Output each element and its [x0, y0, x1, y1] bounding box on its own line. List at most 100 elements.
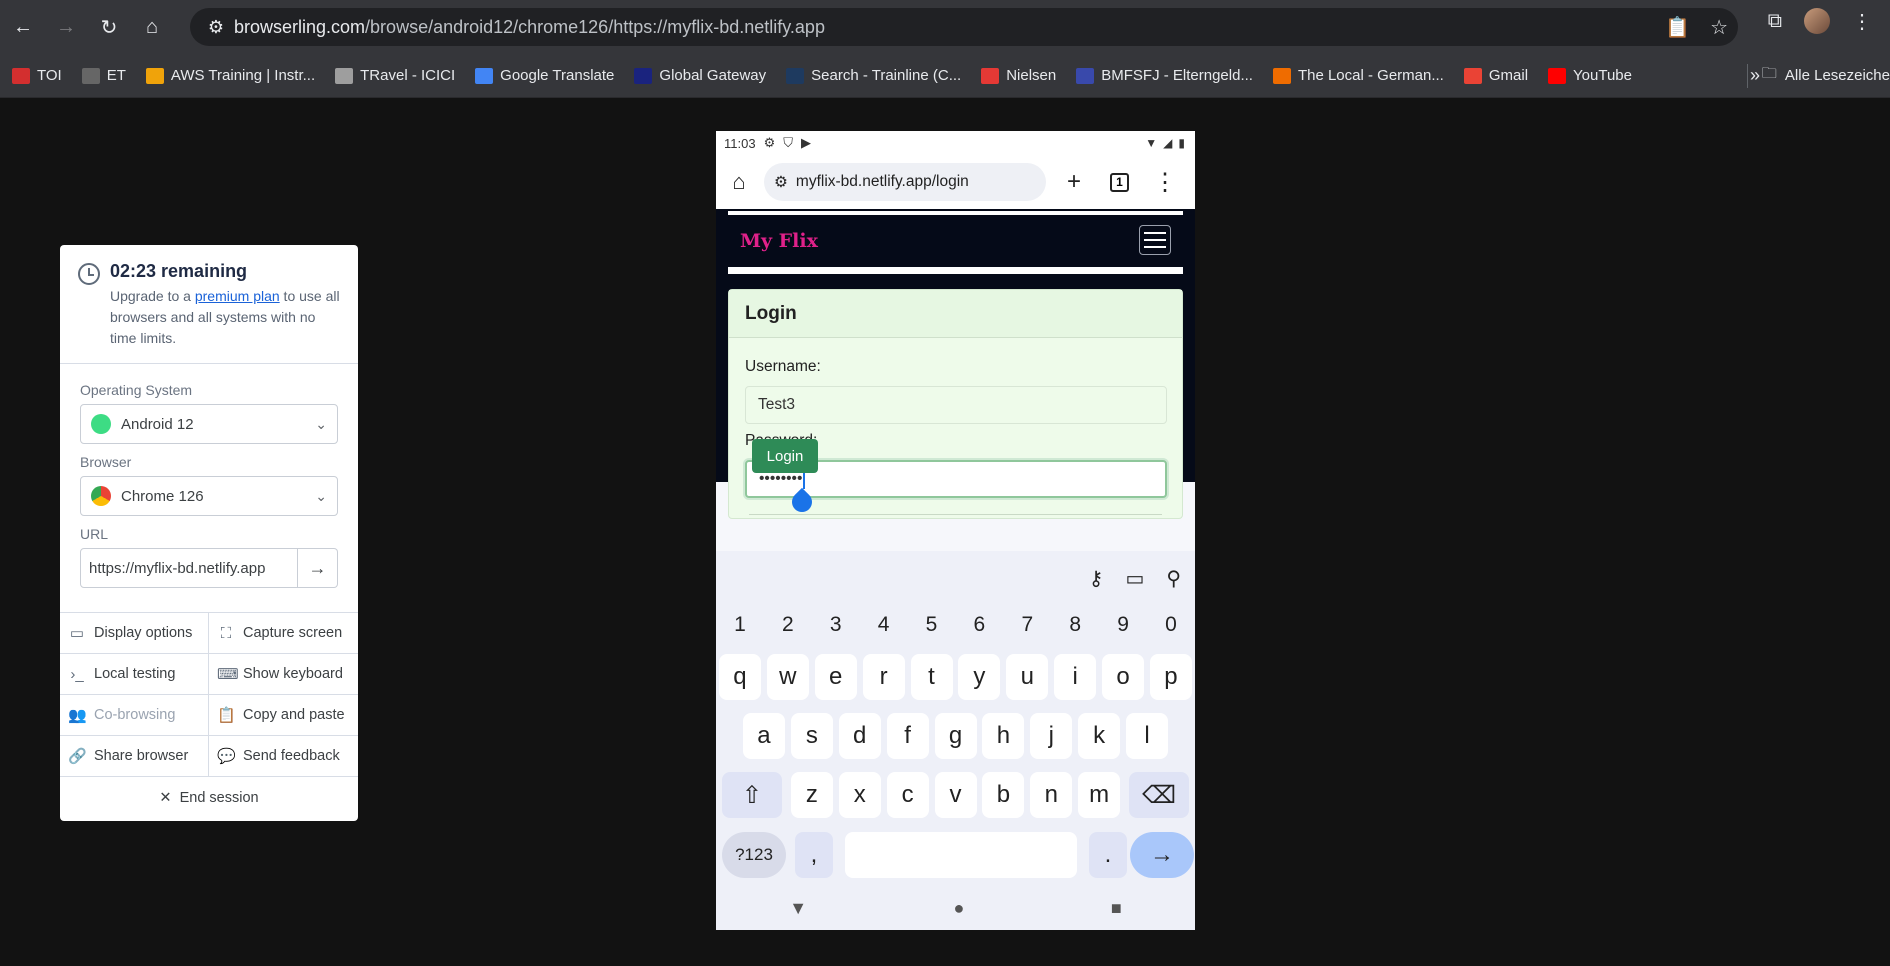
key-z[interactable]: z	[788, 769, 836, 821]
key-c[interactable]: c	[884, 769, 932, 821]
copy-and-paste-button[interactable]: 📋 Copy and paste	[209, 695, 358, 736]
password-key-icon[interactable]: ⚷	[1089, 566, 1104, 591]
key-n[interactable]: n	[1027, 769, 1075, 821]
username-input[interactable]: Test3	[745, 386, 1167, 424]
virtual-keyboard: ⚷ ▭ ⚲ 1234567890 qwertyuiop asdfghjkl ⇧ z…	[716, 551, 1195, 930]
premium-plan-link[interactable]: premium plan	[195, 288, 280, 304]
bookmark-item[interactable]: ET	[81, 67, 126, 84]
menu-kebab-icon[interactable]: ⋮	[1852, 9, 1872, 34]
key-e[interactable]: e	[812, 651, 860, 703]
space-key[interactable]	[836, 829, 1086, 881]
key-x[interactable]: x	[836, 769, 884, 821]
backspace-key[interactable]: ⌫	[1123, 769, 1195, 821]
key-7[interactable]: 7	[1003, 605, 1051, 645]
site-info-icon[interactable]: ⚙	[198, 17, 234, 38]
extensions-icon[interactable]: ⧉	[1768, 10, 1782, 33]
key-a[interactable]: a	[740, 710, 788, 762]
key-9[interactable]: 9	[1099, 605, 1147, 645]
bookmark-item[interactable]: Global Gateway	[634, 67, 766, 84]
key-4[interactable]: 4	[860, 605, 908, 645]
login-button[interactable]: Login	[752, 439, 818, 473]
bookmark-item[interactable]: Gmail	[1463, 67, 1528, 84]
hamburger-menu-icon[interactable]	[1139, 225, 1171, 255]
key-5[interactable]: 5	[908, 605, 956, 645]
display-options-button[interactable]: ▭ Display options	[60, 613, 209, 654]
browser-select[interactable]: Chrome 126 ⌄	[80, 476, 338, 516]
send-feedback-button[interactable]: 💬 Send feedback	[209, 736, 358, 777]
profile-avatar[interactable]	[1804, 8, 1830, 34]
key-1[interactable]: 1	[716, 605, 764, 645]
go-arrow-icon[interactable]: →	[298, 548, 338, 588]
all-bookmarks-folder[interactable]: 🗀 Alle Lesezeiche	[1746, 63, 1890, 88]
text-selection-handle[interactable]	[787, 487, 817, 517]
forward-button[interactable]: →	[46, 7, 86, 47]
location-pin-icon[interactable]: ⚲	[1166, 566, 1181, 591]
key-o[interactable]: o	[1099, 651, 1147, 703]
end-session-button[interactable]: ✕ End session	[60, 777, 358, 818]
os-select[interactable]: Android 12 ⌄	[80, 404, 338, 444]
bookmark-item[interactable]: TRavel - ICICI	[335, 67, 455, 84]
new-tab-icon[interactable]: +	[1056, 168, 1092, 196]
site-settings-icon[interactable]: ⚙	[774, 173, 788, 192]
credit-card-icon[interactable]: ▭	[1125, 566, 1144, 591]
bookmark-item[interactable]: AWS Training | Instr...	[145, 67, 315, 84]
key-s[interactable]: s	[788, 710, 836, 762]
share-browser-button[interactable]: 🔗 Share browser	[60, 736, 209, 777]
bookmark-item[interactable]: BMFSFJ - Elterngeld...	[1076, 67, 1253, 84]
android-device-screen[interactable]: 11:03 ⚙ ⛉ ▶ ▼ ◢ ▮ ⌂ ⚙ myflix-bd.netlify.ap…	[716, 131, 1195, 930]
recents-square-icon[interactable]: ■	[1111, 898, 1122, 919]
mobile-home-icon[interactable]: ⌂	[724, 169, 754, 195]
bookmark-item[interactable]: The Local - German...	[1272, 67, 1444, 84]
local-testing-button[interactable]: ›_ Local testing	[60, 654, 209, 695]
key-y[interactable]: y	[955, 651, 1003, 703]
back-button[interactable]: ←	[3, 7, 43, 47]
key-l[interactable]: l	[1123, 710, 1171, 762]
key-8[interactable]: 8	[1051, 605, 1099, 645]
key-g[interactable]: g	[932, 710, 980, 762]
enter-key[interactable]: →	[1130, 829, 1194, 881]
key-v[interactable]: v	[932, 769, 980, 821]
mobile-address-bar[interactable]: ⚙ myflix-bd.netlify.app/login	[764, 163, 1046, 201]
bookmark-star-icon[interactable]: ☆	[1710, 15, 1728, 40]
home-circle-icon[interactable]: ●	[954, 898, 965, 919]
bookmark-item[interactable]: YouTube	[1548, 67, 1632, 84]
key-d[interactable]: d	[836, 710, 884, 762]
bookmark-item[interactable]: Nielsen	[981, 67, 1056, 84]
key-p[interactable]: p	[1147, 651, 1195, 703]
bookmark-item[interactable]: Google Translate	[475, 67, 614, 84]
key-b[interactable]: b	[979, 769, 1027, 821]
clipboard-icon[interactable]: 📋	[1665, 15, 1690, 40]
back-triangle-icon[interactable]: ▼	[789, 898, 807, 919]
key-q[interactable]: q	[716, 651, 764, 703]
key-r[interactable]: r	[860, 651, 908, 703]
key-j[interactable]: j	[1027, 710, 1075, 762]
shift-key[interactable]: ⇧	[716, 769, 788, 821]
address-bar[interactable]: ⚙ browserling.com/browse/android12/chrom…	[190, 8, 1738, 46]
key-2[interactable]: 2	[764, 605, 812, 645]
show-keyboard-button[interactable]: ⌨ Show keyboard	[209, 654, 358, 695]
key-k[interactable]: k	[1075, 710, 1123, 762]
key-m[interactable]: m	[1075, 769, 1123, 821]
reload-button[interactable]: ↻	[89, 7, 129, 47]
period-key[interactable]: .	[1086, 829, 1130, 881]
key-u[interactable]: u	[1003, 651, 1051, 703]
key-f[interactable]: f	[884, 710, 932, 762]
symbols-key[interactable]: ?123	[716, 829, 792, 881]
capture-screen-button[interactable]: ⛶ Capture screen	[209, 613, 358, 654]
tab-switcher-button[interactable]: 1	[1110, 172, 1129, 192]
brand-logo[interactable]: My Flix	[740, 230, 818, 252]
key-t[interactable]: t	[908, 651, 956, 703]
comma-key[interactable]: ,	[792, 829, 836, 881]
key-6[interactable]: 6	[955, 605, 1003, 645]
home-button[interactable]: ⌂	[132, 7, 172, 47]
key-i[interactable]: i	[1051, 651, 1099, 703]
bookmark-item[interactable]: TOI	[12, 67, 62, 84]
key-w[interactable]: w	[764, 651, 812, 703]
url-input[interactable]: https://myflix-bd.netlify.app	[80, 548, 298, 588]
mobile-menu-icon[interactable]: ⋮	[1147, 168, 1183, 197]
keycap: y	[958, 654, 1001, 700]
key-0[interactable]: 0	[1147, 605, 1195, 645]
bookmark-item[interactable]: Search - Trainline (C...	[786, 67, 961, 84]
key-3[interactable]: 3	[812, 605, 860, 645]
key-h[interactable]: h	[979, 710, 1027, 762]
